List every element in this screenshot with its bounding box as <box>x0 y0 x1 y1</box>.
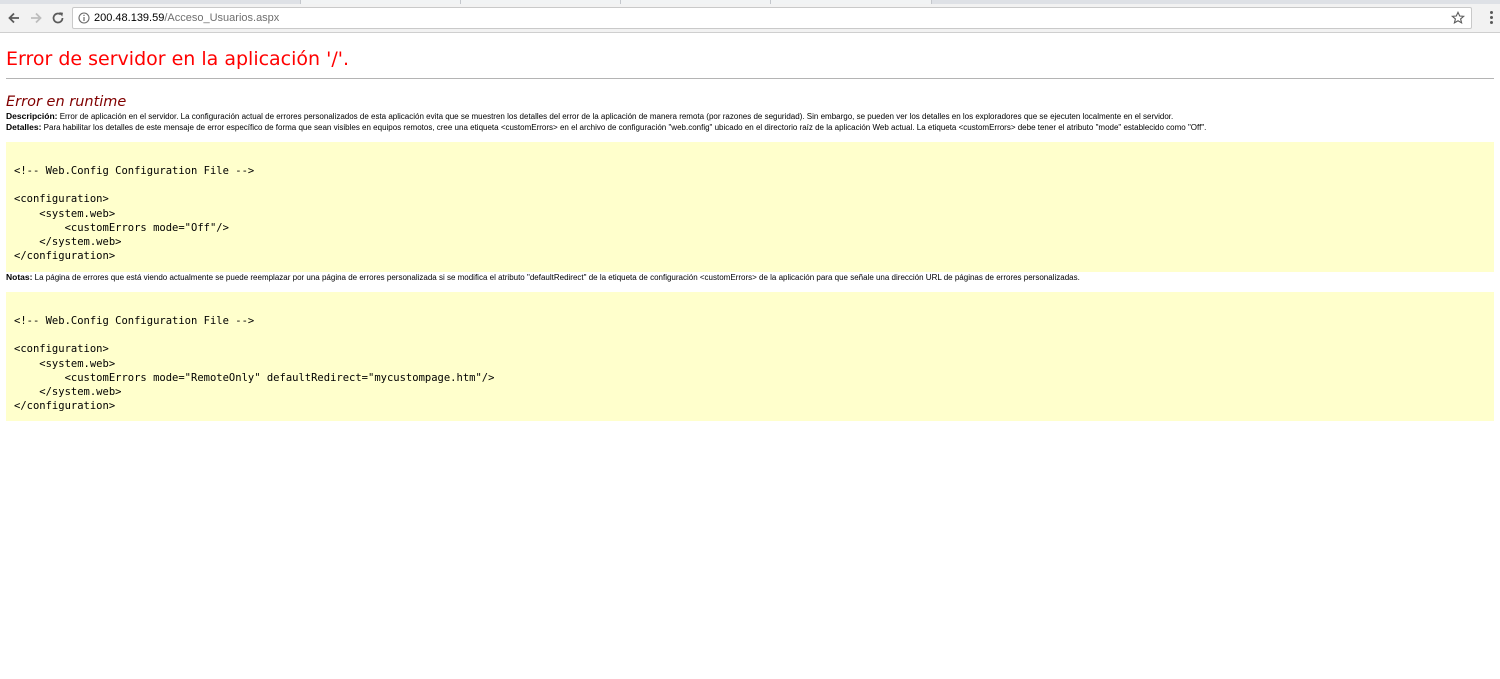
code-block-off: <!-- Web.Config Configuration File --> <… <box>6 142 1494 272</box>
code-block-remoteonly: <!-- Web.Config Configuration File --> <… <box>6 292 1494 421</box>
back-button[interactable] <box>6 10 22 26</box>
details-label: Detalles: <box>6 122 42 132</box>
forward-button[interactable] <box>28 10 44 26</box>
url-path: /Acceso_Usuarios.aspx <box>164 12 280 24</box>
details-text: Para habilitar los detalles de este mens… <box>41 123 1207 132</box>
details-paragraph: Detalles: Para habilitar los detalles de… <box>6 122 1494 133</box>
reload-button[interactable] <box>50 10 66 26</box>
kebab-menu-icon[interactable] <box>1488 11 1494 27</box>
url-host: 200.48.139.59 <box>94 12 165 24</box>
reload-icon <box>52 12 64 24</box>
page-content: Error de servidor en la aplicación '/'. … <box>6 34 1494 421</box>
notes-label: Notas: <box>6 272 33 282</box>
description-paragraph: Descripción: Error de aplicación en el s… <box>6 111 1494 122</box>
code-text: <!-- Web.Config Configuration File --> <… <box>14 165 255 263</box>
description-text: Error de aplicación en el servidor. La c… <box>57 112 1174 121</box>
notes-text: La página de errores que está viendo act… <box>32 273 1080 282</box>
description-label: Descripción: <box>6 111 58 121</box>
error-subtitle: Error en runtime <box>6 94 127 110</box>
forward-arrow-icon <box>31 12 42 24</box>
back-arrow-icon <box>8 12 19 24</box>
url-text: 200.48.139.59/Acceso_Usuarios.aspx <box>94 11 279 25</box>
address-bar[interactable]: 200.48.139.59/Acceso_Usuarios.aspx <box>72 7 1472 29</box>
info-icon[interactable] <box>78 12 90 24</box>
divider <box>6 78 1494 79</box>
notes-paragraph: Notas: La página de errores que está vie… <box>6 272 1494 283</box>
page-title: Error de servidor en la aplicación '/'. <box>6 48 350 70</box>
star-icon[interactable] <box>1451 11 1465 25</box>
browser-toolbar: 200.48.139.59/Acceso_Usuarios.aspx <box>0 4 1500 33</box>
code-text: <!-- Web.Config Configuration File --> <… <box>14 315 495 413</box>
